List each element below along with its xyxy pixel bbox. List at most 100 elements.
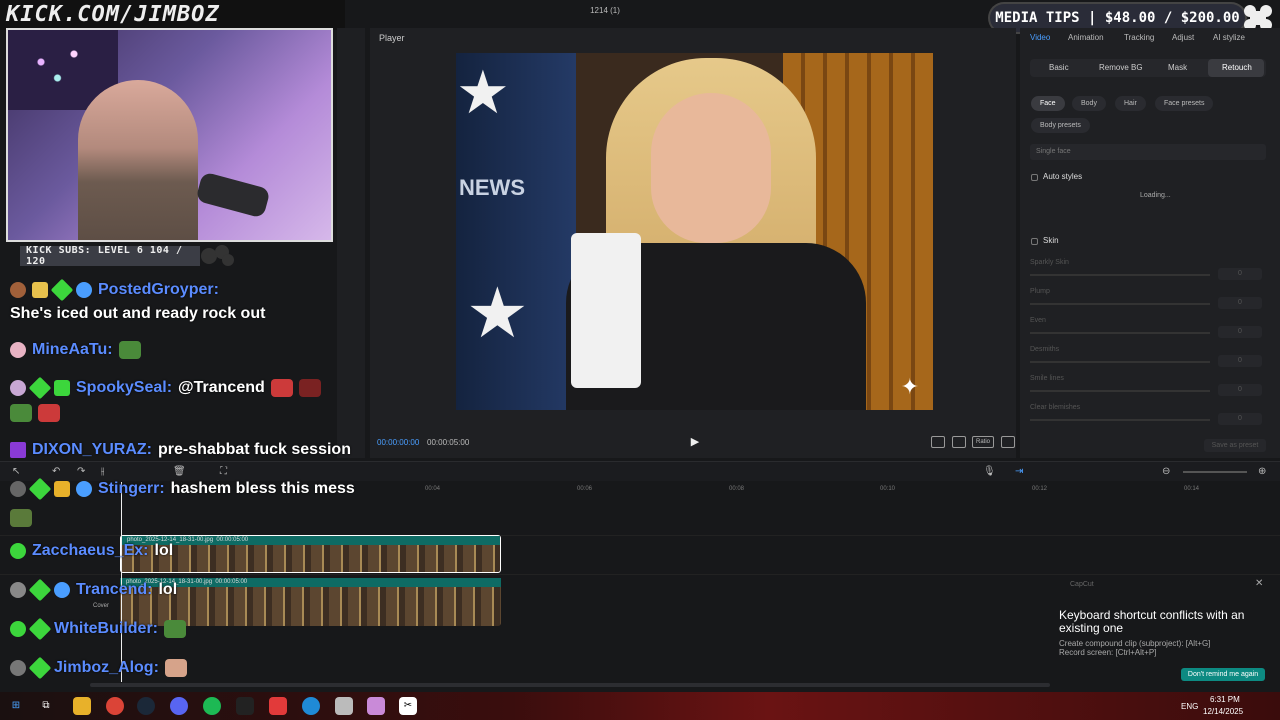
app-icon[interactable] [269, 697, 287, 715]
current-time: 00:00:00:00 [377, 438, 420, 447]
tab-video[interactable]: Video [1030, 33, 1050, 42]
clock-time[interactable]: 6:31 PM [1210, 695, 1240, 704]
crop-icon[interactable]: ⛶ [220, 466, 227, 477]
task-view-icon[interactable]: ⧉ [37, 697, 55, 715]
sub-badge-icon [54, 380, 70, 396]
zoom-slider[interactable] [1183, 471, 1247, 473]
tab-animation[interactable]: Animation [1068, 33, 1104, 42]
slider-track[interactable] [1030, 332, 1210, 334]
save-preset-button[interactable]: Save as preset [1204, 439, 1266, 452]
ratio-button[interactable]: Ratio [972, 436, 994, 448]
slider-track[interactable] [1030, 419, 1210, 421]
toast-detail: Create compound clip (subproject): [Alt+… [1059, 639, 1211, 648]
chat-username[interactable]: Stingerr: [98, 480, 165, 498]
spotify-icon[interactable] [203, 697, 221, 715]
app-icon[interactable] [302, 697, 320, 715]
slider-value[interactable]: 0 [1218, 297, 1262, 309]
skin-checkbox[interactable] [1031, 238, 1038, 245]
subs-goal-bar: KICK SUBS: LEVEL 6 104 / 120 [20, 245, 200, 267]
chat-username[interactable]: Jimboz_Alog: [54, 659, 159, 677]
chat-text: She's iced out and ready rock out [10, 305, 266, 322]
delete-icon[interactable]: 🗑 [173, 466, 186, 477]
slider-label: Smile lines [1030, 375, 1064, 382]
tab-tracking[interactable]: Tracking [1124, 33, 1154, 42]
kick-badge-icon [28, 578, 52, 602]
mod-badge-icon [10, 543, 26, 559]
timeline-scrollbar[interactable] [90, 683, 1050, 687]
chat-username[interactable]: SpookySeal: [76, 379, 172, 397]
kick-badge-icon [28, 477, 52, 501]
dont-remind-button[interactable]: Don't remind me again [1181, 668, 1265, 681]
tab-ai-stylize[interactable]: AI stylize [1213, 33, 1245, 42]
user-badge-icon [10, 342, 26, 358]
chip-face[interactable]: Face [1031, 96, 1065, 111]
fullscreen-icon[interactable] [1001, 436, 1015, 448]
clip-header: photo_2025-12-14_18-31-00.jpg 00:00:05:0… [120, 578, 501, 587]
clock-date[interactable]: 12/14/2025 [1203, 707, 1243, 716]
chat-username[interactable]: WhiteBuilder: [54, 620, 158, 638]
chrome-icon[interactable] [106, 697, 124, 715]
steam-icon[interactable] [137, 697, 155, 715]
close-icon[interactable]: ✕ [1255, 578, 1263, 589]
face-select[interactable]: Single face [1030, 144, 1266, 160]
slider-value[interactable]: 0 [1218, 355, 1262, 367]
undo-icon[interactable]: ↶ [52, 466, 60, 477]
app-icon[interactable] [335, 697, 353, 715]
emote-icon [298, 379, 321, 397]
chip-body-presets[interactable]: Body presets [1031, 118, 1090, 133]
windows-start-icon[interactable]: ⊞ [7, 697, 25, 715]
slider-track[interactable] [1030, 390, 1210, 392]
chip-face-presets[interactable]: Face presets [1155, 96, 1214, 111]
file-explorer-icon[interactable] [73, 697, 91, 715]
slider-label: Sparkly Skin [1030, 259, 1069, 266]
crown-badge-icon [54, 481, 70, 497]
video-preview[interactable]: ★ ★ NEWS ✦ [456, 53, 933, 410]
app-icon[interactable] [367, 697, 385, 715]
select-tool-icon[interactable]: ↖ [12, 466, 20, 477]
chat-username[interactable]: Zacchaeus_Ex: [32, 542, 149, 560]
language-indicator[interactable]: ENG [1181, 702, 1198, 711]
chat-username[interactable]: DIXON_YURAZ: [32, 441, 152, 459]
chip-body[interactable]: Body [1072, 96, 1106, 111]
zoom-out-icon[interactable]: ⊖ [1162, 466, 1170, 477]
chat-message: PostedGroyper: [10, 278, 219, 302]
slider-track[interactable] [1030, 303, 1210, 305]
mic-icon[interactable]: 🎙 [983, 466, 996, 477]
slider-value[interactable]: 0 [1218, 384, 1262, 396]
pepe-emote-icon [164, 620, 186, 638]
chat-username[interactable]: PostedGroyper: [98, 281, 219, 299]
subtab-remove-bg[interactable]: Remove BG [1099, 63, 1143, 72]
slider-track[interactable] [1030, 361, 1210, 363]
slider-track[interactable] [1030, 274, 1210, 276]
subtab-mask[interactable]: Mask [1168, 63, 1187, 72]
chat-text: lol [154, 542, 174, 559]
chip-hair[interactable]: Hair [1115, 96, 1146, 111]
mod-badge-icon [10, 621, 26, 637]
capcut-icon[interactable]: ✂ [399, 697, 417, 715]
subtab-basic[interactable]: Basic [1049, 63, 1069, 72]
split-icon[interactable]: ⫲ [101, 466, 104, 477]
slider-value[interactable]: 0 [1218, 326, 1262, 338]
chat-username[interactable]: MineAaTu: [32, 341, 113, 359]
cover-label[interactable]: Cover [93, 603, 109, 609]
zoom-in-icon[interactable]: ⊕ [1258, 466, 1266, 477]
skin-label: Skin [1043, 236, 1059, 245]
tab-adjust[interactable]: Adjust [1172, 33, 1194, 42]
subtab-retouch[interactable]: Retouch [1222, 63, 1252, 72]
play-icon[interactable]: ▶ [688, 435, 702, 449]
santa-emote-icon [38, 404, 60, 422]
redo-icon[interactable]: ↷ [77, 466, 85, 477]
timeline-clip[interactable]: photo_2025-12-14_18-31-00.jpg 00:00:05:0… [120, 578, 501, 626]
auto-styles-checkbox[interactable] [1031, 174, 1038, 181]
screenshot-icon[interactable] [952, 436, 966, 448]
chat-username[interactable]: Trancend: [76, 581, 152, 599]
kick-badge-icon [28, 376, 52, 400]
emote-icon [10, 509, 32, 527]
slider-value[interactable]: 0 [1218, 413, 1262, 425]
app-icon[interactable] [236, 697, 254, 715]
slider-value[interactable]: 0 [1218, 268, 1262, 280]
snap-icon[interactable]: ⇥ [1015, 466, 1023, 477]
discord-icon[interactable] [170, 697, 188, 715]
timeline-clip-selected[interactable]: photo_2025-12-14_18-31-00.jpg 00:00:05:0… [120, 535, 501, 573]
fit-icon[interactable] [931, 436, 945, 448]
